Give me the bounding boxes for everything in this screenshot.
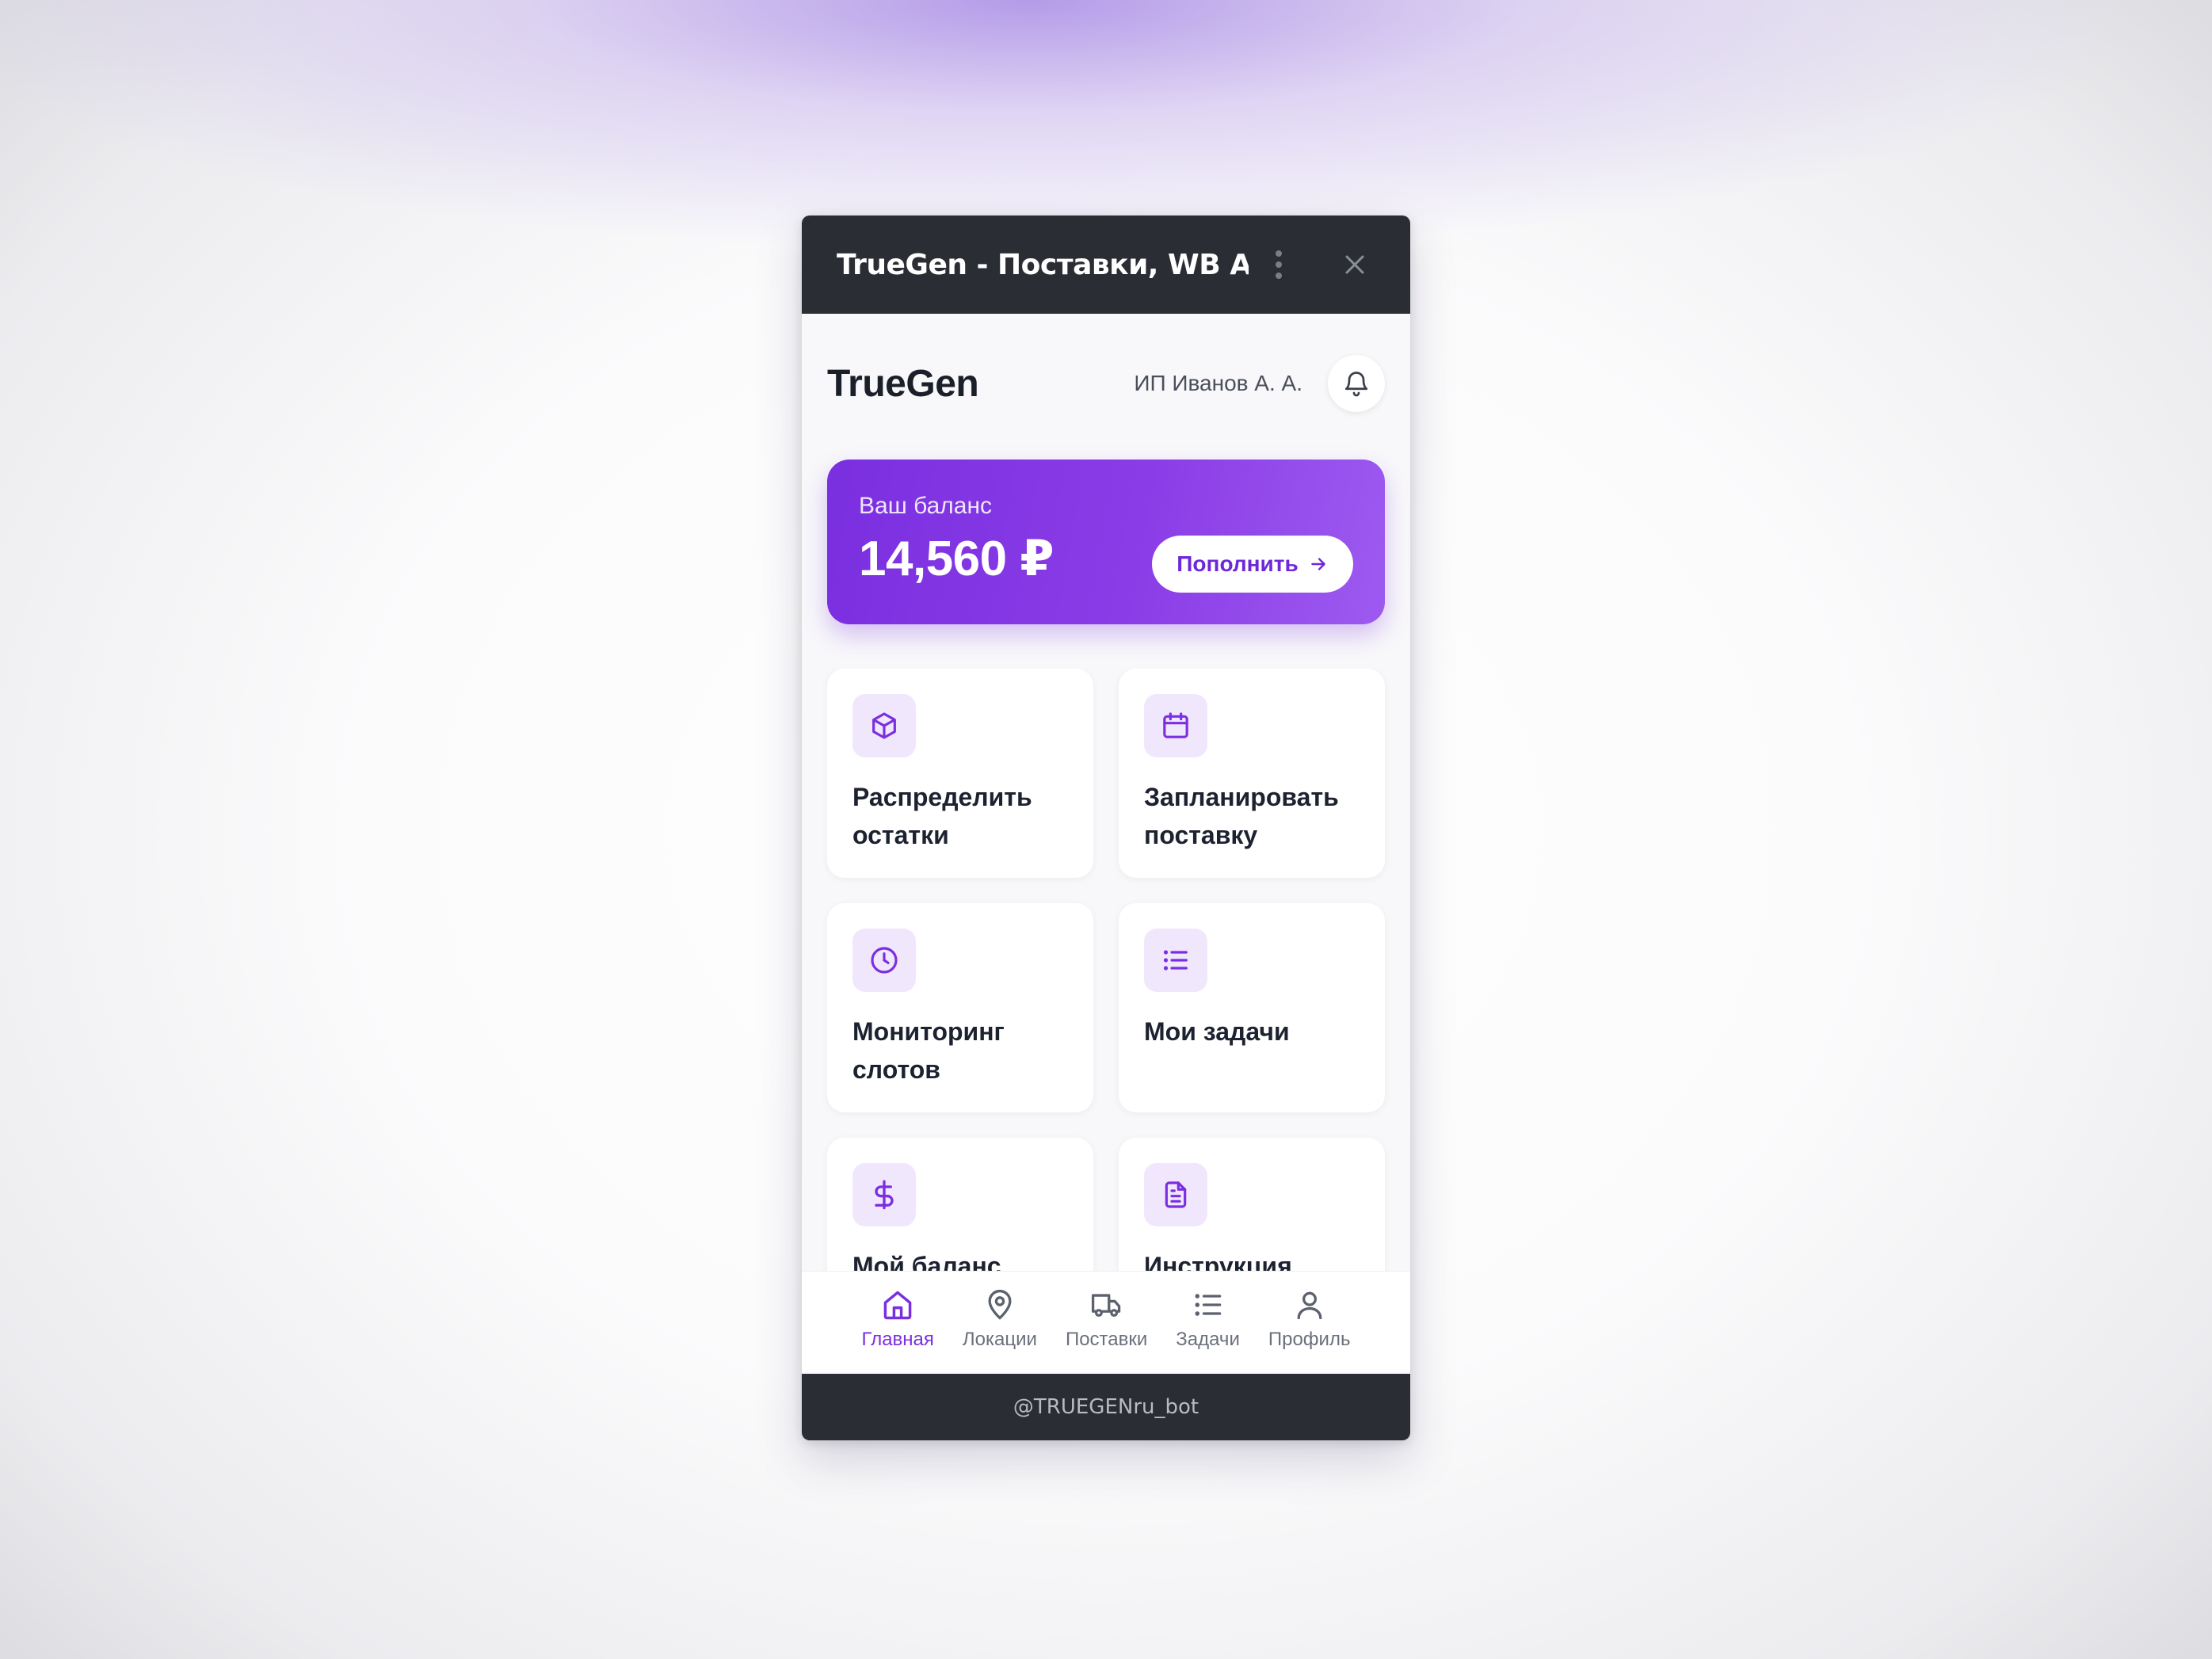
tile-label: Мои задачи xyxy=(1144,1017,1290,1046)
nav-label: Локации xyxy=(962,1329,1037,1350)
balance-card: Ваш баланс 14,560 ₽ Пополнить xyxy=(827,460,1385,624)
action-grid: Распределить остатки Запланировать поста… xyxy=(802,669,1410,1271)
nav-item-locations[interactable]: Локации xyxy=(963,1287,1037,1372)
user-name: ИП Иванов А. А. xyxy=(1134,371,1302,395)
close-icon[interactable] xyxy=(1331,241,1379,288)
tile-instructions[interactable]: Инструкция xyxy=(1119,1138,1385,1271)
nav-item-home[interactable]: Главная xyxy=(862,1287,934,1372)
topup-button-label: Пополнить xyxy=(1177,551,1299,576)
brand-logo-text: TrueGen xyxy=(827,362,979,405)
nav-label: Главная xyxy=(861,1329,934,1350)
more-menu-icon[interactable] xyxy=(1263,241,1295,288)
bottom-navigation: Главная Локации Поставки Задачи Профиль xyxy=(802,1271,1410,1372)
tile-my-balance[interactable]: Мой баланс xyxy=(827,1138,1093,1271)
home-icon xyxy=(883,1291,912,1320)
tile-distribute-stock[interactable]: Распределить остатки xyxy=(827,669,1093,878)
document-icon xyxy=(1144,1163,1207,1226)
nav-item-tasks[interactable]: Задачи xyxy=(1176,1287,1240,1372)
window-title: TrueGen - Поставки, WB Ав... xyxy=(837,248,1249,281)
nav-label: Задачи xyxy=(1176,1329,1240,1350)
balance-label: Ваш баланс xyxy=(859,493,993,519)
truck-icon xyxy=(1091,1294,1120,1318)
nav-item-profile[interactable]: Профиль xyxy=(1268,1287,1351,1372)
user-icon xyxy=(1297,1291,1322,1320)
app-content: TrueGen ИП Иванов А. А. Ваш баланс 14,56… xyxy=(802,314,1410,1440)
list-icon xyxy=(1195,1294,1221,1316)
tile-plan-delivery[interactable]: Запланировать поставку xyxy=(1119,669,1385,878)
box-icon xyxy=(852,694,916,757)
tile-label: Мониторинг слотов xyxy=(852,1017,1005,1084)
map-pin-icon xyxy=(988,1289,1012,1320)
window-titlebar: TrueGen - Поставки, WB Ав... xyxy=(802,215,1410,314)
mini-app-window: TrueGen - Поставки, WB Ав... TrueGen ИП … xyxy=(802,215,1410,1440)
topup-button[interactable]: Пополнить xyxy=(1152,536,1353,593)
bell-icon[interactable] xyxy=(1328,355,1385,412)
tile-label: Мой баланс xyxy=(852,1252,1001,1271)
list-icon xyxy=(1144,929,1207,992)
tile-label: Инструкция xyxy=(1144,1252,1292,1271)
tile-label: Запланировать поставку xyxy=(1144,783,1339,849)
tile-slot-monitoring[interactable]: Мониторинг слотов xyxy=(827,903,1093,1112)
nav-item-deliveries[interactable]: Поставки xyxy=(1066,1287,1147,1372)
calendar-icon xyxy=(1144,694,1207,757)
tile-label: Распределить остатки xyxy=(852,783,1032,849)
nav-label: Профиль xyxy=(1268,1329,1351,1350)
arrow-right-icon xyxy=(1310,558,1325,570)
bot-username-footer: @TRUEGENru_bot xyxy=(802,1374,1410,1440)
app-header: TrueGen ИП Иванов А. А. xyxy=(827,353,1385,414)
nav-label: Поставки xyxy=(1065,1329,1148,1350)
dollar-icon xyxy=(852,1163,916,1226)
tile-my-tasks[interactable]: Мои задачи xyxy=(1119,903,1385,1112)
clock-icon xyxy=(852,929,916,992)
